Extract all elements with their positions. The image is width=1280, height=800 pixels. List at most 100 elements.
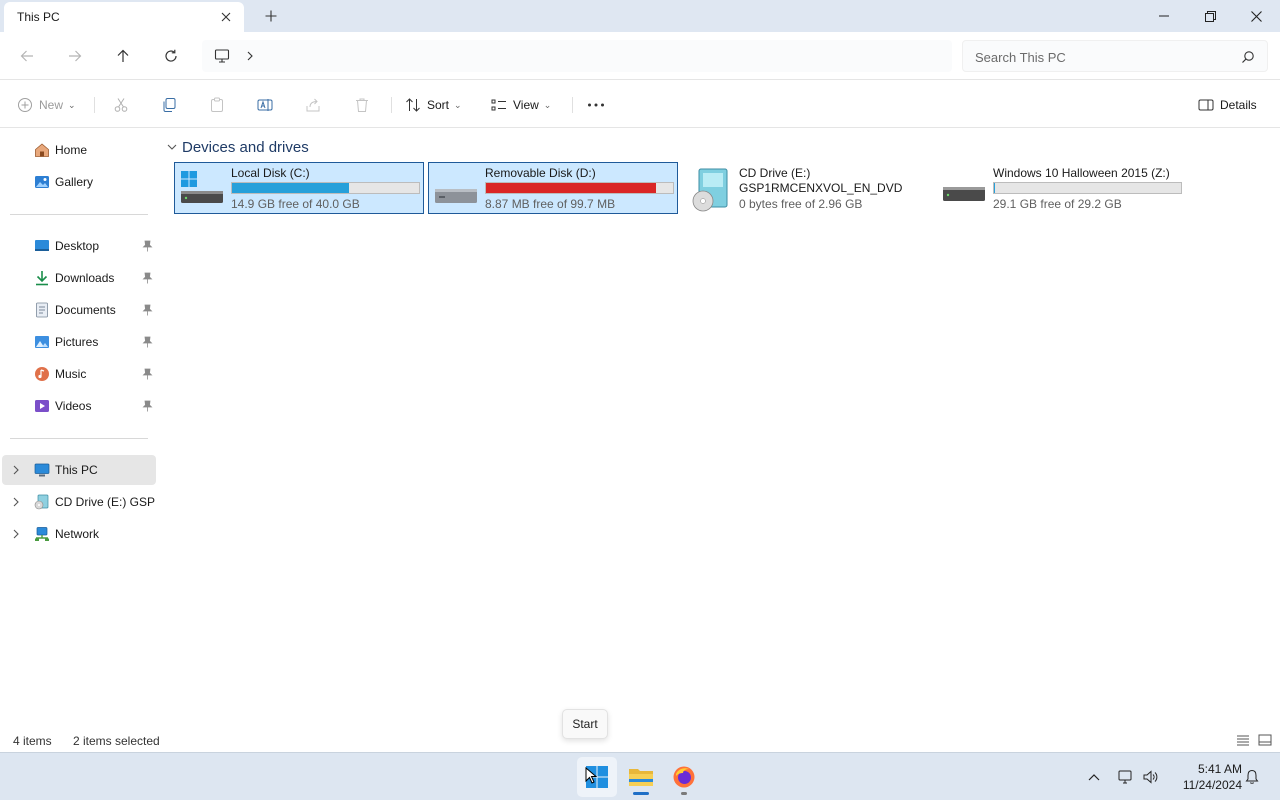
mouse-cursor-icon <box>585 767 597 784</box>
refresh-icon <box>165 49 177 62</box>
search-icon[interactable] <box>1241 50 1255 64</box>
refresh-button[interactable] <box>159 44 183 68</box>
removable-drive-icon <box>435 189 477 203</box>
details-view-icon[interactable] <box>1236 733 1250 747</box>
sidebar-item-music[interactable]: Music <box>2 359 156 389</box>
search-input[interactable] <box>975 47 1235 67</box>
sort-button[interactable]: Sort ⌄ <box>405 93 462 117</box>
breadcrumb-chevron-icon[interactable] <box>246 48 258 64</box>
details-pane-button[interactable]: Details <box>1198 93 1257 117</box>
minimize-button[interactable] <box>1141 0 1187 32</box>
pin-icon[interactable] <box>142 272 153 284</box>
sidebar-divider <box>10 214 148 215</box>
close-window-button[interactable] <box>1233 0 1279 32</box>
start-button[interactable] <box>577 757 617 797</box>
new-tab-button[interactable] <box>262 7 280 25</box>
volume-button[interactable] <box>1142 769 1158 785</box>
music-icon <box>35 367 49 381</box>
drive-usage-fill <box>232 183 350 193</box>
sort-label: Sort <box>427 98 450 112</box>
drive-item-e[interactable]: CD Drive (E:) GSP1RMCENXVOL_EN_DVD 0 byt… <box>682 162 932 214</box>
paste-button[interactable] <box>209 93 225 117</box>
back-button[interactable] <box>15 44 39 68</box>
tab-this-pc[interactable]: This PC <box>4 2 244 32</box>
large-icons-view-icon[interactable] <box>1258 733 1272 747</box>
file-explorer-icon <box>629 769 653 786</box>
sidebar-item-label: Pictures <box>55 335 99 349</box>
chevron-right-icon[interactable] <box>11 528 21 540</box>
drive-item-z[interactable]: Windows 10 Halloween 2015 (Z:) 29.1 GB f… <box>936 162 1186 214</box>
sidebar-item-label: Home <box>55 143 88 157</box>
forward-arrow-icon <box>69 50 82 62</box>
drive-item-c[interactable]: Local Disk (C:) 14.9 GB free of 40.0 GB <box>174 162 424 214</box>
sidebar-item-documents[interactable]: Documents <box>2 295 156 325</box>
clock-date: 11/24/2024 <box>1182 778 1242 792</box>
show-hidden-icons-button[interactable] <box>1086 769 1102 785</box>
firefox-taskbar-button[interactable] <box>664 757 704 797</box>
paste-icon <box>211 97 223 112</box>
share-icon <box>306 98 320 112</box>
sidebar-item-videos[interactable]: Videos <box>2 391 156 421</box>
pin-icon[interactable] <box>142 240 153 252</box>
sidebar-item-pictures[interactable]: Pictures <box>2 327 156 357</box>
copy-button[interactable] <box>161 93 177 117</box>
drive-usage-bar <box>485 182 674 194</box>
drive-usage-bar <box>993 182 1182 194</box>
sidebar-item-gallery[interactable]: Gallery <box>2 167 156 197</box>
sidebar-item-network[interactable]: Network <box>2 519 156 549</box>
network-icon <box>35 527 49 541</box>
sidebar-item-home[interactable]: Home <box>2 135 156 165</box>
group-header-devices[interactable]: Devices and drives <box>166 138 309 156</box>
pin-icon[interactable] <box>142 336 153 348</box>
view-button[interactable]: View ⌄ <box>491 93 551 117</box>
chevron-right-icon[interactable] <box>11 496 21 508</box>
computer-icon <box>214 49 230 63</box>
selection-count: 2 items selected <box>73 734 160 748</box>
drive-usage-bar <box>231 182 420 194</box>
drive-free-space: 0 bytes free of 2.96 GB <box>739 197 863 211</box>
up-arrow-icon <box>117 49 129 62</box>
toolbar-divider <box>391 97 392 113</box>
system-clock[interactable]: 5:41 AM 11/24/2024 <box>1168 761 1242 793</box>
close-tab-icon[interactable] <box>218 9 234 25</box>
share-button[interactable] <box>305 93 321 117</box>
documents-icon <box>36 302 48 318</box>
chevron-right-icon[interactable] <box>11 464 21 476</box>
toolbar-divider <box>94 97 95 113</box>
desktop-folder-icon <box>35 240 49 251</box>
see-more-button[interactable] <box>587 93 605 117</box>
pictures-icon <box>35 336 49 348</box>
details-label: Details <box>1220 98 1257 112</box>
sidebar-divider <box>10 438 148 439</box>
drive-free-space: 8.87 MB free of 99.7 MB <box>485 197 616 211</box>
up-button[interactable] <box>111 44 135 68</box>
drive-item-d[interactable]: Removable Disk (D:) 8.87 MB free of 99.7… <box>428 162 678 214</box>
sidebar-item-label: Network <box>55 527 100 541</box>
copy-icon <box>163 98 176 112</box>
restore-button[interactable] <box>1187 0 1233 32</box>
speaker-icon <box>1143 770 1158 784</box>
sidebar-item-downloads[interactable]: Downloads <box>2 263 156 293</box>
sidebar-item-cd-drive[interactable]: CD Drive (E:) GSP1RMCENXVOL_EN_DVD <box>2 487 156 517</box>
forward-button[interactable] <box>63 44 87 68</box>
rename-button[interactable] <box>257 93 273 117</box>
delete-button[interactable] <box>354 93 370 117</box>
network-drive-icon <box>943 187 985 201</box>
drive-usage-fill <box>994 183 995 193</box>
new-plus-icon <box>18 98 32 112</box>
pin-icon[interactable] <box>142 368 153 380</box>
file-explorer-taskbar-button[interactable] <box>621 757 661 797</box>
search-box[interactable] <box>962 40 1268 72</box>
network-status-button[interactable] <box>1117 769 1133 785</box>
sidebar-item-this-pc[interactable]: This PC <box>2 455 156 485</box>
pin-icon[interactable] <box>142 304 153 316</box>
item-count: 4 items <box>13 734 52 748</box>
notifications-button[interactable] <box>1244 769 1260 785</box>
sidebar-item-desktop[interactable]: Desktop <box>2 231 156 261</box>
drive-name: Removable Disk (D:) <box>485 166 596 180</box>
cut-button[interactable] <box>113 93 129 117</box>
new-button[interactable]: New ⌄ <box>17 93 76 117</box>
sidebar-item-label: CD Drive (E:) GSP1RMCENXVOL_EN_DVD <box>55 495 155 509</box>
pin-icon[interactable] <box>142 400 153 412</box>
address-bar[interactable] <box>202 40 952 72</box>
